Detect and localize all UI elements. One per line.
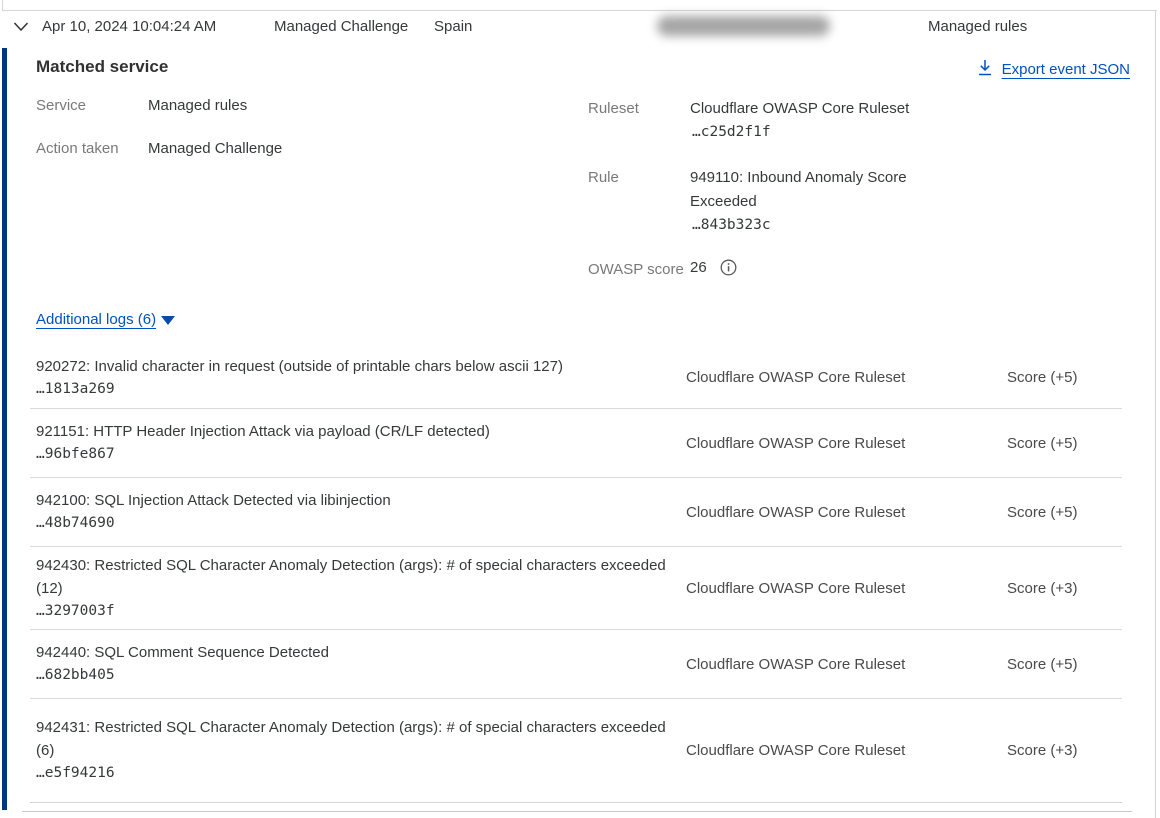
export-link-label: Export event JSON [1002,61,1130,78]
rule-hash: …843b323c [692,217,771,233]
log-description: 942440: SQL Comment Sequence Detected …6… [36,641,686,687]
log-row: 942431: Restricted SQL Character Anomaly… [30,698,1122,802]
row-top-divider [2,10,1157,11]
caret-down-icon [161,316,175,325]
log-ruleset: Cloudflare OWASP Core Ruleset [686,504,1007,521]
log-ruleset: Cloudflare OWASP Core Ruleset [686,435,1007,452]
log-ruleset: Cloudflare OWASP Core Ruleset [686,580,1007,597]
log-row: 942440: SQL Comment Sequence Detected …6… [30,629,1122,698]
owasp-score-value: 26 [690,259,707,276]
log-rule-text: 942431: Restricted SQL Character Anomaly… [36,716,666,762]
event-timestamp: Apr 10, 2024 10:04:24 AM [42,18,216,35]
ruleset-value: Cloudflare OWASP Core Ruleset [690,100,909,117]
log-rule-text: 921151: HTTP Header Injection Attack via… [36,420,666,443]
log-row: 942430: Restricted SQL Character Anomaly… [30,546,1122,629]
log-score: Score (+5) [1007,656,1122,673]
info-icon[interactable] [720,259,737,276]
owasp-score-label: OWASP score [588,261,684,278]
expanded-row-accent-bar [2,48,7,810]
event-service: Managed rules [928,18,1027,35]
left-border-tick [2,0,3,10]
log-score: Score (+5) [1007,435,1122,452]
additional-logs-label: Additional logs (6) [36,311,156,328]
panel-right-border [1155,10,1156,818]
log-rule-hash: …1813a269 [36,378,666,401]
rule-label: Rule [588,169,619,186]
log-description: 920272: Invalid character in request (ou… [36,355,686,401]
redacted-host-value [657,16,830,36]
log-ruleset: Cloudflare OWASP Core Ruleset [686,742,1007,759]
log-rule-text: 942440: SQL Comment Sequence Detected [36,641,666,664]
log-rule-hash: …96bfe867 [36,443,666,466]
log-score: Score (+5) [1007,504,1122,521]
service-value: Managed rules [148,97,247,114]
log-rule-text: 942430: Restricted SQL Character Anomaly… [36,554,666,600]
action-taken-label: Action taken [36,140,119,157]
log-row: 921151: HTTP Header Injection Attack via… [30,408,1122,477]
log-ruleset: Cloudflare OWASP Core Ruleset [686,369,1007,386]
log-rule-hash: …48b74690 [36,512,666,535]
log-row: 920272: Invalid character in request (ou… [30,347,1122,408]
log-score: Score (+5) [1007,369,1122,386]
event-action: Managed Challenge [274,18,408,35]
log-rule-text: 920272: Invalid character in request (ou… [36,355,666,378]
panel-bottom-border [22,811,1132,812]
action-taken-value: Managed Challenge [148,140,282,157]
additional-logs-table: 920272: Invalid character in request (ou… [30,347,1122,803]
log-description: 942100: SQL Injection Attack Detected vi… [36,489,686,535]
event-detail-sheet: Apr 10, 2024 10:04:24 AM Managed Challen… [0,0,1160,818]
service-label: Service [36,97,86,114]
rule-value: 949110: Inbound Anomaly Score Exceeded [690,166,940,214]
log-row: 942100: SQL Injection Attack Detected vi… [30,477,1122,546]
ruleset-label: Ruleset [588,100,639,117]
export-event-json-link[interactable]: Export event JSON [977,59,1130,80]
chevron-down-icon[interactable] [13,20,29,33]
additional-logs-toggle[interactable]: Additional logs (6) [36,311,175,328]
log-description: 942431: Restricted SQL Character Anomaly… [36,716,686,785]
log-rule-text: 942100: SQL Injection Attack Detected vi… [36,489,666,512]
log-rule-hash: …682bb405 [36,664,666,687]
log-description: 921151: HTTP Header Injection Attack via… [36,420,686,466]
log-rule-hash: …e5f94216 [36,762,666,785]
log-score: Score (+3) [1007,580,1122,597]
download-icon [977,59,993,80]
log-ruleset: Cloudflare OWASP Core Ruleset [686,656,1007,673]
ruleset-hash: …c25d2f1f [692,124,771,140]
panel-title: Matched service [36,57,168,77]
log-score: Score (+3) [1007,742,1122,759]
log-rule-hash: …3297003f [36,600,666,623]
event-country: Spain [434,18,472,35]
log-description: 942430: Restricted SQL Character Anomaly… [36,554,686,623]
